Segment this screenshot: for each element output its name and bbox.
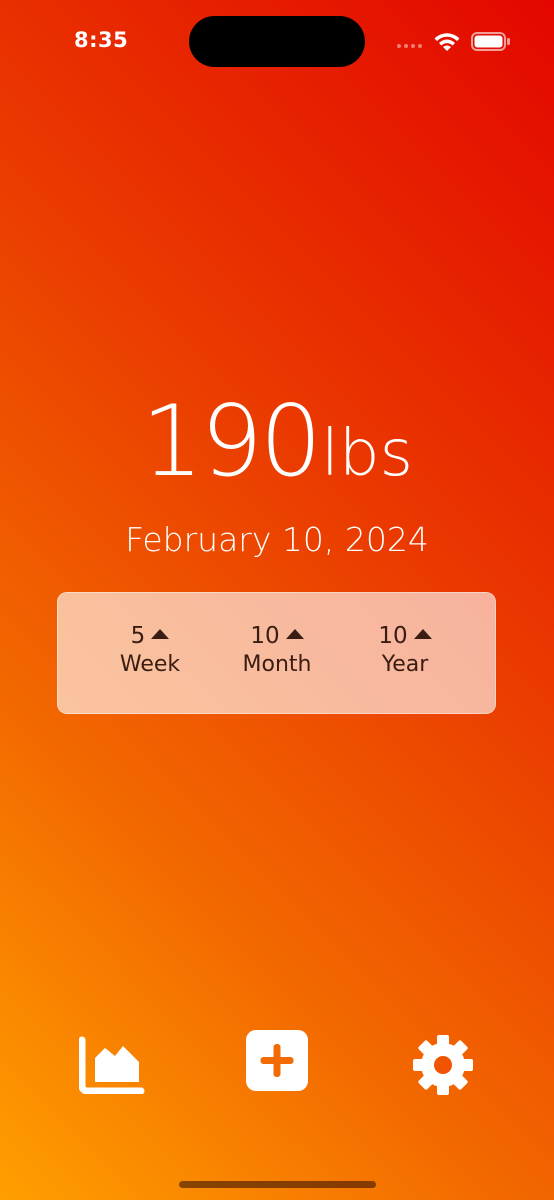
cellular-signal-icon — [397, 44, 422, 48]
stat-month-value: 10 — [250, 623, 280, 649]
stat-month-label: Month — [242, 652, 312, 677]
stat-week-label: Week — [119, 652, 181, 677]
wifi-icon — [434, 33, 460, 51]
weight-change-card: 5 Week 10 Month 10 Year — [57, 592, 496, 714]
add-entry-button[interactable] — [246, 1030, 308, 1091]
weight-date: February 10, 2024 — [125, 520, 429, 559]
status-bar: 8:35 — [0, 0, 554, 80]
chart-icon[interactable] — [79, 1036, 145, 1094]
trend-up-icon — [151, 629, 170, 639]
current-weight: 190lbs — [0, 385, 554, 499]
weight-unit: lbs — [321, 417, 413, 491]
trend-up-icon — [285, 629, 304, 639]
add-entry-icon — [260, 1044, 294, 1077]
stat-week-value: 5 — [130, 623, 146, 649]
home-indicator[interactable] — [179, 1181, 376, 1188]
weight-value: 190 — [141, 385, 322, 499]
stat-year-value: 10 — [378, 623, 408, 649]
settings-gear-icon[interactable] — [412, 1034, 474, 1096]
status-time: 8:35 — [74, 28, 129, 52]
dynamic-island — [189, 16, 365, 67]
trend-up-icon — [413, 629, 432, 639]
battery-icon — [471, 32, 510, 51]
stat-year: 10 Year — [340, 623, 470, 677]
stat-month: 10 Month — [212, 623, 342, 677]
stat-year-label: Year — [381, 652, 429, 677]
stat-week: 5 Week — [85, 623, 215, 677]
